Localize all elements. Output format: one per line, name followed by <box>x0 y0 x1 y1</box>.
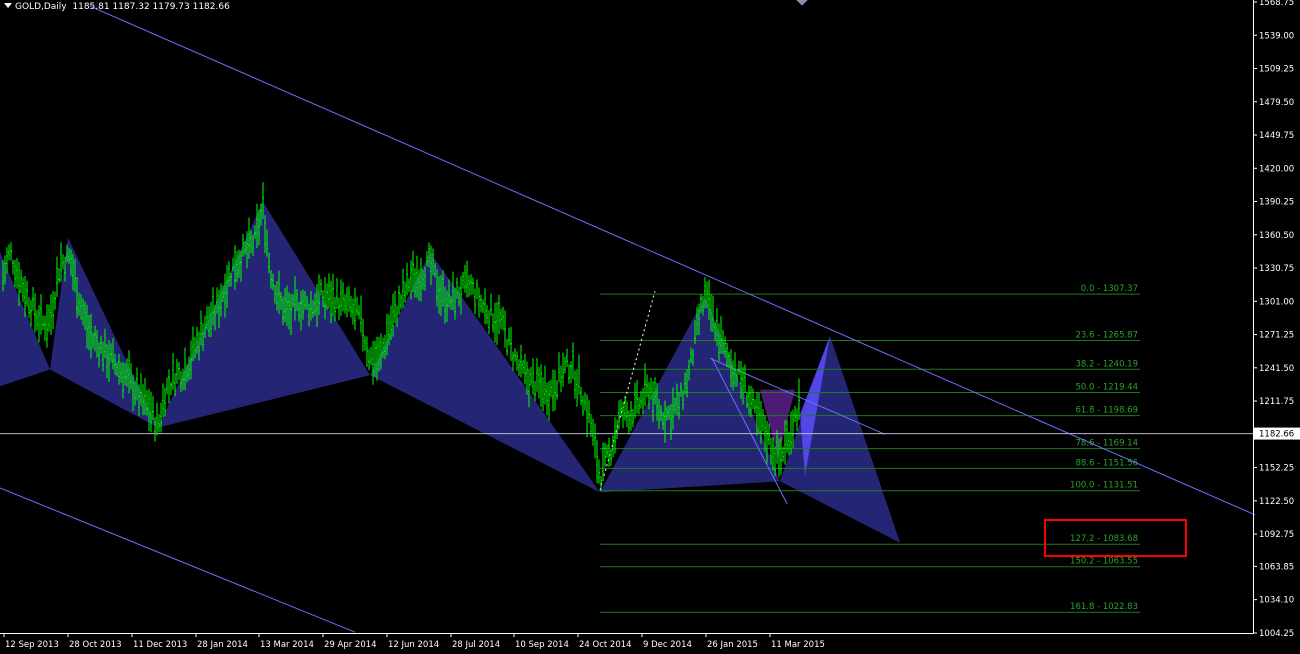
y-tick-label-9: 1301.00 <box>1259 297 1294 307</box>
y-tick-label-13: 1182.66 <box>1259 430 1294 440</box>
y-tick-label-4: 1449.75 <box>1259 131 1294 141</box>
symbol-label: GOLD,Daily <box>15 2 67 12</box>
fib-level-label-3: 50.0 - 1219.44 <box>1075 382 1138 392</box>
y-tick-label-8: 1330.75 <box>1259 264 1294 274</box>
fib-level-label-4: 61.8 - 1198.69 <box>1075 406 1138 416</box>
chart-area[interactable]: 0.0 - 1307.37 23.6 - 1265.87 38.2 - 1240.1… <box>0 0 1300 654</box>
y-tick-label-5: 1420.00 <box>1259 164 1294 174</box>
fib-level-label-1: 23.6 - 1265.87 <box>1075 331 1138 341</box>
x-tick-label-3: 28 Jan 2014 <box>197 640 248 650</box>
chart-header: GOLD,Daily 1185.81 1187.32 1179.73 1182.… <box>4 2 230 12</box>
harmonic-pattern-1 <box>50 237 158 428</box>
y-tick-label-16: 1092.75 <box>1259 530 1294 540</box>
x-tick-label-2: 11 Dec 2013 <box>133 640 187 650</box>
ohlc-values: 1185.81 1187.32 1179.73 1182.66 <box>72 2 230 12</box>
y-tick-label-10: 1271.25 <box>1259 331 1294 341</box>
y-tick-label-17: 1063.85 <box>1259 562 1294 572</box>
fib-level-label-8: 127.2 - 1083.68 <box>1070 534 1138 544</box>
x-tick-label-4: 13 Mar 2014 <box>260 640 314 650</box>
x-tick-label-9: 24 Oct 2014 <box>579 640 632 650</box>
y-tick-label-1: 1539.00 <box>1259 31 1294 41</box>
fib-level-label-2: 38.2 - 1240.19 <box>1075 359 1138 369</box>
y-tick-label-18: 1034.10 <box>1259 596 1294 606</box>
fib-level-label-0: 0.0 - 1307.37 <box>1081 284 1138 294</box>
y-tick-label-14: 1152.25 <box>1259 464 1294 474</box>
y-tick-label-7: 1360.50 <box>1259 231 1294 241</box>
fib-level-label-9: 150.2 - 1063.55 <box>1070 557 1138 567</box>
harmonic-pattern-2 <box>158 201 370 428</box>
y-tick-label-2: 1509.25 <box>1259 65 1294 75</box>
y-tick-label-3: 1479.50 <box>1259 98 1294 108</box>
y-tick-label-12: 1211.75 <box>1259 397 1294 407</box>
x-tick-label-10: 9 Dec 2014 <box>643 640 692 650</box>
fib-level-label-10: 161.8 - 1022.83 <box>1070 602 1138 612</box>
x-tick-label-12: 11 Mar 2015 <box>771 640 825 650</box>
x-tick-label-11: 26 Jan 2015 <box>707 640 758 650</box>
price-chart-svg[interactable]: 0.0 - 1307.37 23.6 - 1265.87 38.2 - 1240.1… <box>0 0 1300 654</box>
x-tick-label-7: 28 Jul 2014 <box>452 640 500 650</box>
x-tick-label-5: 29 Apr 2014 <box>324 640 377 650</box>
x-tick-label-0: 12 Sep 2013 <box>5 640 59 650</box>
fib-level-label-7: 100.0 - 1131.51 <box>1070 481 1138 491</box>
x-tick-label-8: 10 Sep 2014 <box>515 640 569 650</box>
x-tick-label-1: 28 Oct 2013 <box>69 640 122 650</box>
y-tick-label-19: 1004.25 <box>1259 629 1294 639</box>
dropdown-triangle-icon[interactable] <box>4 3 12 8</box>
trendline-1 <box>0 487 356 633</box>
y-tick-label-11: 1241.50 <box>1259 364 1294 374</box>
x-tick-label-6: 12 Jun 2014 <box>388 640 439 650</box>
y-tick-label-15: 1122.50 <box>1259 497 1294 507</box>
y-tick-label-6: 1390.25 <box>1259 198 1294 208</box>
y-tick-label-0: 1568.75 <box>1259 0 1294 8</box>
harmonic-pattern-5 <box>780 335 900 543</box>
